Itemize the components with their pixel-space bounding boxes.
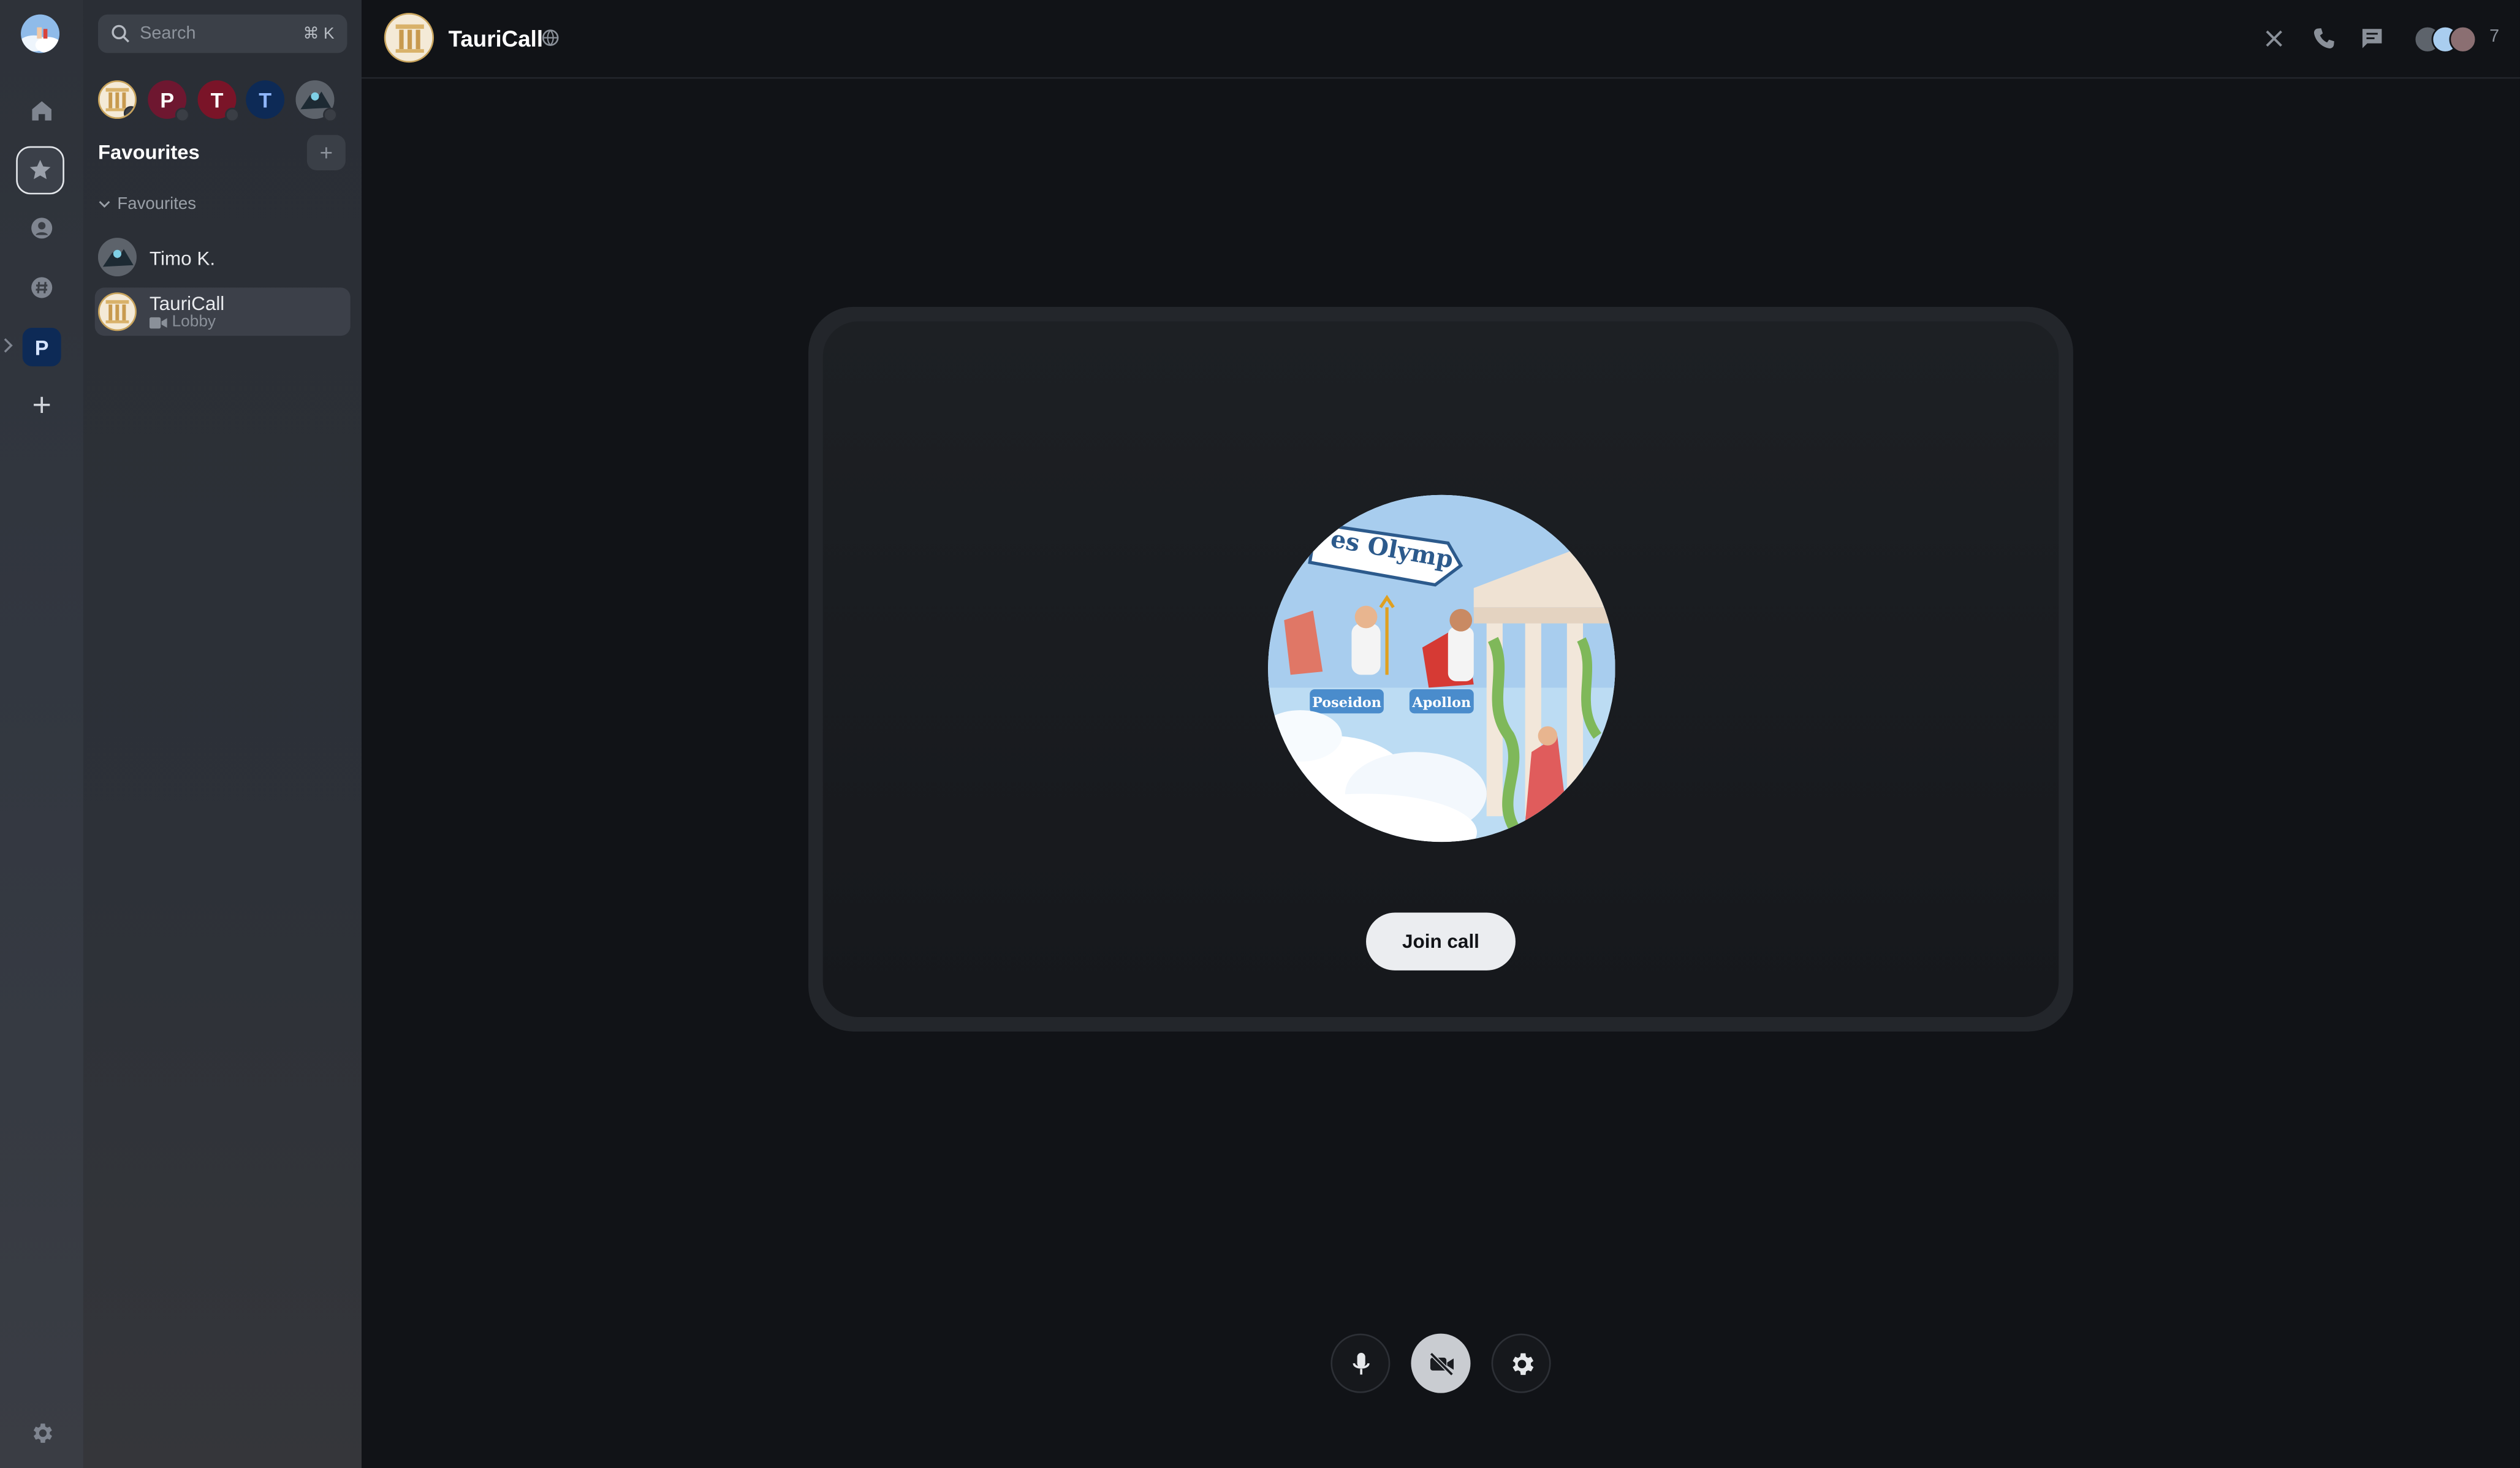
chevron-right-icon[interactable] (3, 338, 13, 354)
olympus-illustration: es Olymp Poseidon Apollon (1268, 494, 1615, 842)
user-avatar[interactable] (21, 14, 60, 53)
chat-icon (2362, 29, 2382, 48)
space-p-button[interactable]: P (22, 327, 61, 366)
room-subtitle-text: Lobby (172, 313, 216, 331)
columns-icon (395, 23, 423, 52)
threads-button[interactable] (2359, 26, 2385, 51)
video-off-icon (1429, 1351, 1453, 1375)
recent-avatar-tauricall[interactable] (97, 80, 137, 119)
favourites-section-toggle[interactable]: Favourites (98, 194, 197, 214)
avatar-initial: T (210, 87, 224, 112)
room-avatar[interactable] (384, 12, 435, 63)
close-call-button[interactable] (2261, 26, 2287, 51)
call-lobby-card: es Olymp Poseidon Apollon Join call (808, 306, 2073, 1032)
plus-icon (34, 396, 50, 413)
space-rail: P (0, 0, 84, 1468)
room-title[interactable]: TauriCall (449, 26, 543, 51)
member-avatar (2449, 25, 2477, 53)
call-room-avatar: es Olymp Poseidon Apollon (1268, 494, 1615, 842)
search-box[interactable]: Search ⌘ K (97, 14, 347, 53)
space-initial: P (34, 335, 49, 360)
join-call-button[interactable]: Join call (1366, 912, 1516, 970)
label-apollon: Apollon (1411, 695, 1471, 711)
recent-avatar-t[interactable]: T (197, 80, 240, 123)
presence-indicator (225, 107, 240, 123)
room-list-panel: Search ⌘ K P T T Favourites + Favourites… (83, 0, 362, 1468)
app-window: P Search ⌘ K P T T Favourites + Favourit… (0, 0, 2520, 1468)
home-button[interactable] (18, 87, 66, 135)
room-name: TauriCall (149, 292, 225, 315)
microphone-toggle[interactable] (1330, 1333, 1391, 1393)
room-item-tauricall[interactable]: TauriCall Lobby (94, 287, 351, 336)
room-name: Timo K. (149, 247, 216, 270)
avatar-initial: P (160, 87, 175, 112)
person-icon (31, 218, 53, 239)
people-space-button[interactable] (18, 204, 66, 252)
panel-title: Favourites (97, 141, 200, 164)
avatar-initial: T (259, 87, 272, 112)
avatar-photo (97, 238, 137, 277)
search-shortcut: ⌘ K (303, 25, 335, 43)
room-members-button[interactable]: 7 (2413, 23, 2510, 55)
voice-call-button[interactable] (2311, 26, 2337, 51)
add-favourite-button[interactable]: + (306, 135, 346, 170)
call-view: TauriCall 7 es Olymp Poseidon Apollon Jo… (362, 0, 2520, 1468)
favourites-space-button[interactable] (16, 146, 64, 195)
home-icon (32, 101, 51, 121)
public-rooms-button[interactable] (18, 263, 66, 312)
create-space-button[interactable] (18, 381, 66, 429)
lobby-inner: es Olymp Poseidon Apollon Join call (822, 321, 2059, 1017)
presence-indicator (175, 107, 190, 123)
label-poseidon: Poseidon (1312, 695, 1381, 711)
recent-avatar-t-blue[interactable]: T (246, 80, 285, 119)
presence-indicator (123, 106, 135, 118)
recent-avatar-p[interactable]: P (148, 80, 190, 123)
recent-avatar-photo[interactable] (295, 80, 338, 123)
globe-icon (542, 29, 559, 46)
member-count: 7 (2489, 27, 2500, 47)
close-icon (2266, 30, 2282, 47)
chevron-down-icon (99, 201, 110, 208)
hash-icon (31, 277, 53, 298)
section-label: Favourites (117, 194, 197, 214)
settings-icon[interactable] (29, 1420, 55, 1446)
star-icon (29, 159, 51, 180)
columns-icon (105, 300, 129, 323)
microphone-icon (1352, 1352, 1369, 1374)
avatar (97, 292, 137, 331)
room-header: TauriCall 7 (362, 0, 2520, 79)
search-icon (112, 25, 129, 43)
call-settings-button[interactable] (1491, 1333, 1551, 1393)
avatar (97, 238, 137, 277)
presence-indicator (323, 107, 338, 123)
phone-icon (2313, 28, 2334, 49)
gear-icon (1512, 1352, 1533, 1374)
room-item-timo[interactable]: Timo K. (95, 233, 351, 281)
search-placeholder: Search (140, 24, 196, 44)
room-subtitle: Lobby (149, 313, 216, 331)
video-icon (149, 316, 167, 328)
camera-toggle[interactable] (1411, 1333, 1471, 1393)
